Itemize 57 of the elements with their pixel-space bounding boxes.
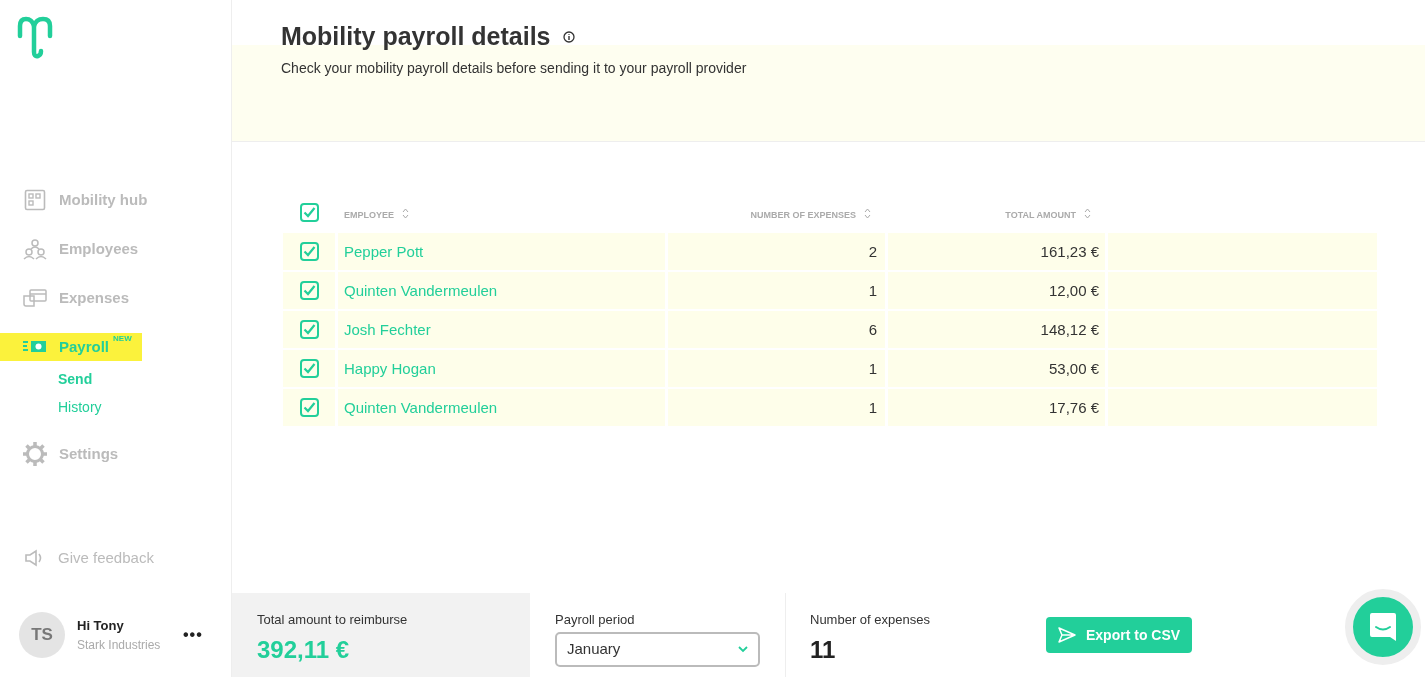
nav-item[interactable]: Payroll NEW xyxy=(0,333,142,361)
more-button[interactable]: ••• xyxy=(183,623,203,647)
money-icon xyxy=(23,340,47,354)
sort-icon xyxy=(1084,208,1091,220)
new-label: NEW xyxy=(113,334,132,344)
grid-icon xyxy=(24,189,46,211)
count-label: Number of expenses xyxy=(810,611,931,629)
chevron-down-icon xyxy=(738,645,748,653)
period-dropdown[interactable]: January xyxy=(555,631,760,667)
table-cell: 53,00 € xyxy=(1048,359,1099,377)
checkbox[interactable] xyxy=(299,358,319,378)
table-cell: 1 xyxy=(868,398,877,416)
employee-link[interactable]: Pepper Pott xyxy=(344,242,424,260)
table-cell: 17,76 € xyxy=(1048,398,1099,416)
table-cell: 161,23 € xyxy=(1040,242,1099,260)
nav-item[interactable]: Employees xyxy=(0,235,149,263)
user-greeting: Hi Tony xyxy=(77,617,125,636)
feedback-link[interactable]: Give feedback xyxy=(58,547,154,570)
checkbox[interactable] xyxy=(299,241,319,261)
send-icon xyxy=(1058,627,1076,643)
table-cell: 1 xyxy=(868,281,877,299)
checkbox[interactable] xyxy=(299,319,319,339)
employee-link[interactable]: Happy Hogan xyxy=(344,359,436,377)
nav-item[interactable]: Expenses xyxy=(0,284,140,312)
column-header[interactable]: EMPLOYEE xyxy=(344,210,394,220)
table-cell: 2 xyxy=(868,242,877,260)
checkbox[interactable] xyxy=(299,397,319,417)
column-header[interactable]: TOTAL AMOUNT xyxy=(1005,210,1076,220)
total-amount: 392,11 € xyxy=(257,634,351,665)
expense-count: 11 xyxy=(810,634,837,665)
table-cell: 12,00 € xyxy=(1048,281,1099,299)
employee-link[interactable]: Josh Fechter xyxy=(344,320,431,338)
column-header[interactable]: NUMBER OF EXPENSES xyxy=(750,210,856,220)
period-label: Payroll period xyxy=(555,611,636,629)
table-cell: 6 xyxy=(868,320,877,338)
chat-icon xyxy=(1369,612,1397,642)
table-cell: 148,12 € xyxy=(1040,320,1099,338)
nav-item[interactable]: Mobility hub xyxy=(0,186,158,214)
people-icon xyxy=(23,238,47,260)
checkbox[interactable] xyxy=(299,203,319,222)
page-title: Mobility payroll details xyxy=(281,21,551,52)
page-subtitle: Check your mobility payroll details before sending it to your payroll provider xyxy=(281,58,748,78)
sort-icon xyxy=(864,208,871,220)
gear-icon xyxy=(23,442,47,466)
nav-item[interactable]: Settings xyxy=(0,440,129,468)
subnav-item[interactable]: History xyxy=(58,393,102,421)
info-icon xyxy=(562,30,575,43)
export-button[interactable]: Export to CSV xyxy=(1046,617,1193,653)
company-name: Stark Industries xyxy=(77,636,162,654)
cards-icon xyxy=(23,288,47,308)
table-cell: 1 xyxy=(868,359,877,377)
checkbox[interactable] xyxy=(299,280,319,300)
sort-icon xyxy=(402,208,409,220)
total-label: Total amount to reimburse xyxy=(257,611,409,629)
avatar: TS xyxy=(19,612,65,658)
logo-icon xyxy=(17,16,53,59)
subnav-item[interactable]: Send xyxy=(58,365,93,393)
